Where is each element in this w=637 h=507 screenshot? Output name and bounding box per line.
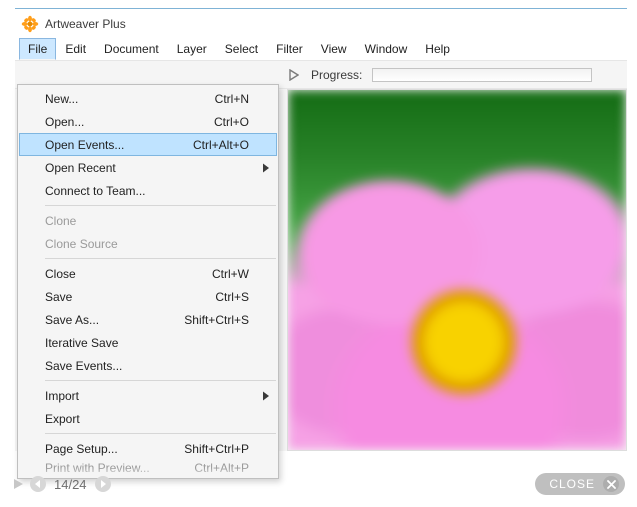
play-events-icon[interactable] <box>287 68 301 82</box>
menu-file[interactable]: File <box>19 38 56 60</box>
progress-bar <box>372 68 592 82</box>
file-export[interactable]: Export <box>19 407 277 430</box>
page-indicator: 14/24 <box>54 477 87 492</box>
menu-select[interactable]: Select <box>216 38 267 60</box>
file-import[interactable]: Import <box>19 384 277 407</box>
menu-view[interactable]: View <box>312 38 356 60</box>
chevron-right-icon <box>262 163 269 172</box>
close-button[interactable]: CLOSE <box>535 473 625 495</box>
file-clone: Clone <box>19 209 277 232</box>
file-clone-source: Clone Source <box>19 232 277 255</box>
menu-separator <box>45 380 276 381</box>
progress-label: Progress: <box>311 68 362 82</box>
file-save[interactable]: Save Ctrl+S <box>19 285 277 308</box>
file-save-as[interactable]: Save As... Shift+Ctrl+S <box>19 308 277 331</box>
file-iterative-save[interactable]: Iterative Save <box>19 331 277 354</box>
file-close[interactable]: Close Ctrl+W <box>19 262 277 285</box>
menu-separator <box>45 205 276 206</box>
app-window: Artweaver Plus File Edit Document Layer … <box>15 8 627 451</box>
menu-layer[interactable]: Layer <box>168 38 216 60</box>
file-page-setup[interactable]: Page Setup... Shift+Ctrl+P <box>19 437 277 460</box>
file-open-events[interactable]: Open Events... Ctrl+Alt+O <box>19 133 277 156</box>
prev-step-button[interactable] <box>30 476 46 492</box>
close-label: CLOSE <box>549 477 595 491</box>
play-icon[interactable] <box>12 478 24 490</box>
canvas[interactable] <box>287 89 627 451</box>
file-save-events[interactable]: Save Events... <box>19 354 277 377</box>
next-step-button[interactable] <box>95 476 111 492</box>
file-open-recent[interactable]: Open Recent <box>19 156 277 179</box>
menu-separator <box>45 258 276 259</box>
menu-separator <box>45 433 276 434</box>
menu-filter[interactable]: Filter <box>267 38 312 60</box>
app-icon <box>21 15 39 33</box>
menu-document[interactable]: Document <box>95 38 168 60</box>
tutorial-footer: 14/24 CLOSE <box>12 469 625 499</box>
file-connect-team[interactable]: Connect to Team... <box>19 179 277 202</box>
menu-help[interactable]: Help <box>416 38 459 60</box>
app-title: Artweaver Plus <box>45 17 126 31</box>
titlebar: Artweaver Plus <box>15 8 627 38</box>
file-menu-dropdown: New... Ctrl+N Open... Ctrl+O Open Events… <box>17 84 279 479</box>
menubar: File Edit Document Layer Select Filter V… <box>15 38 627 61</box>
workarea: Progress: New... Ctrl+N Open... Ctrl+O O… <box>15 61 627 451</box>
chevron-right-icon <box>262 391 269 400</box>
menu-edit[interactable]: Edit <box>56 38 95 60</box>
file-open[interactable]: Open... Ctrl+O <box>19 110 277 133</box>
painting-flower <box>288 90 626 450</box>
file-new[interactable]: New... Ctrl+N <box>19 87 277 110</box>
menu-window[interactable]: Window <box>356 38 417 60</box>
close-icon <box>603 476 619 492</box>
